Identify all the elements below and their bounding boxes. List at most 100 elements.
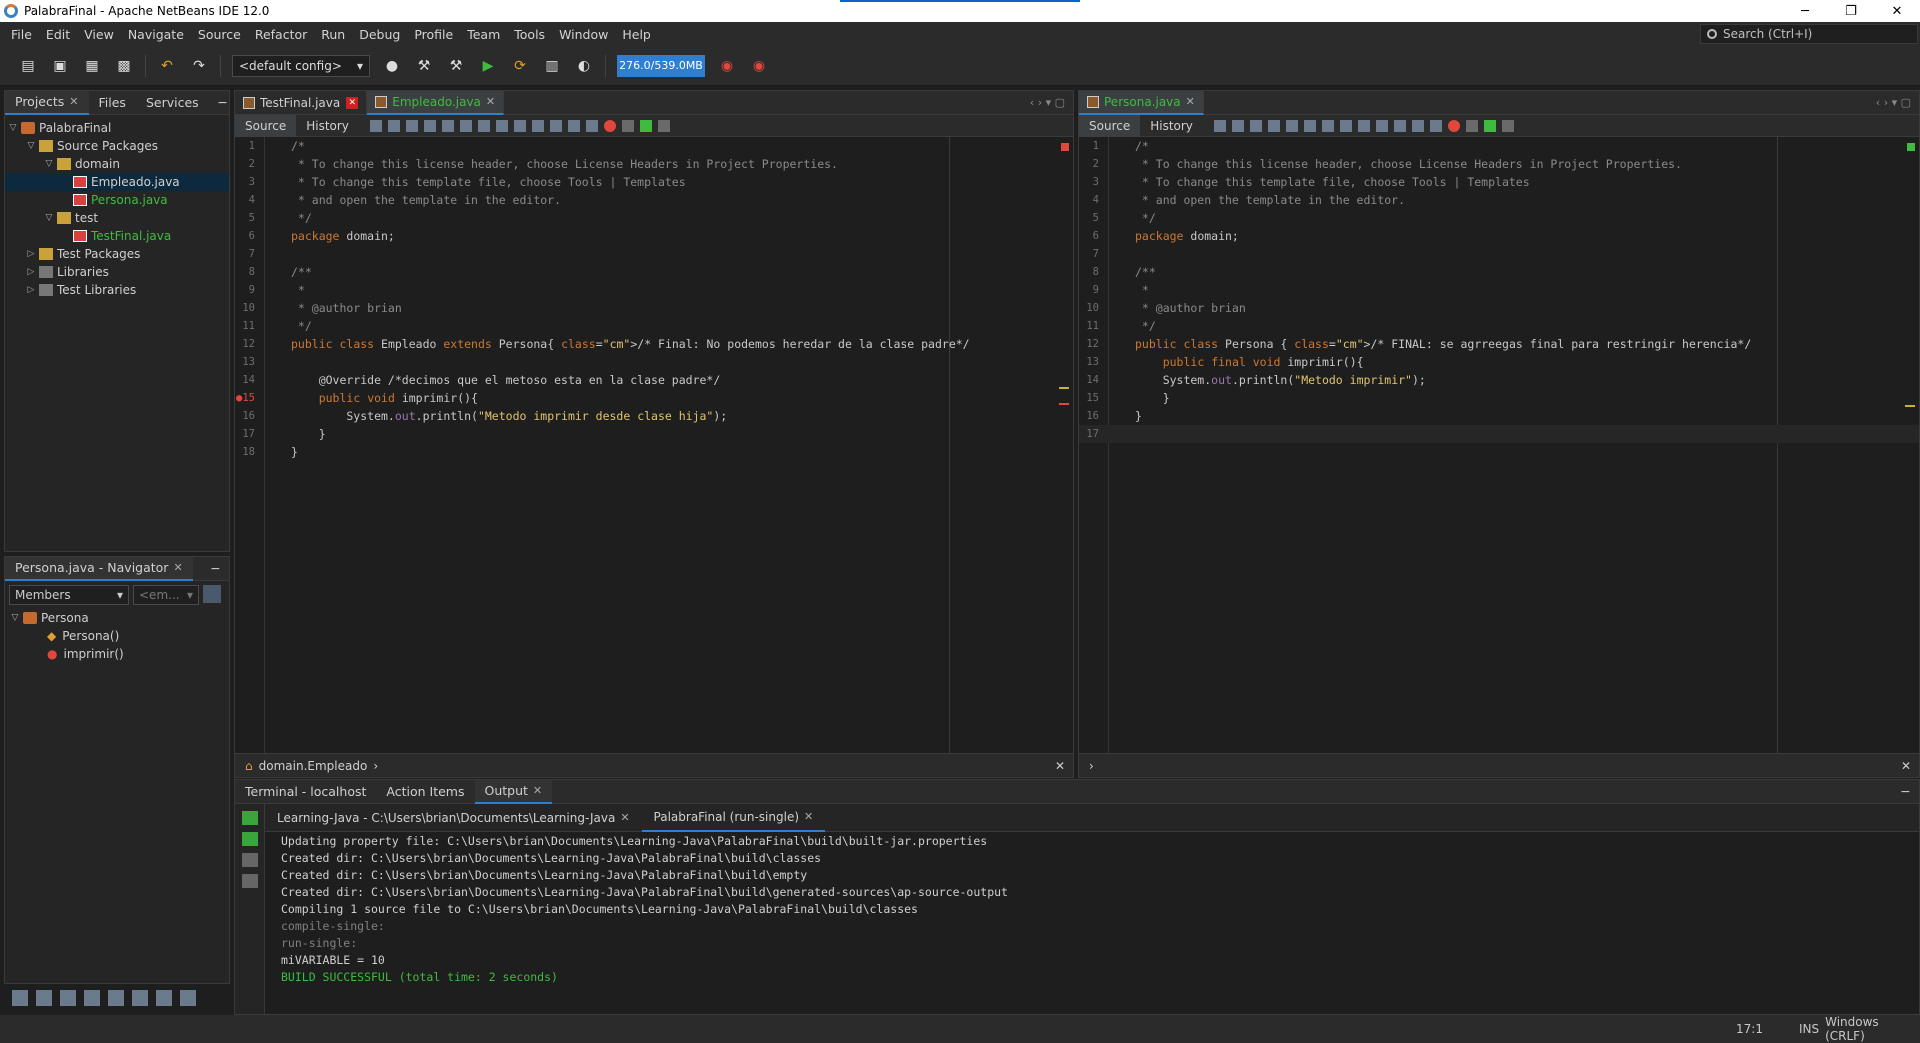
tree-item[interactable]: ▷ Test Packages [5,245,229,263]
next-bookmark-icon[interactable] [1375,119,1388,132]
source-tab[interactable]: Source [235,114,297,137]
memory-indicator[interactable]: 276.0/539.0MB [617,54,705,77]
shift-right-icon[interactable] [1429,119,1442,132]
gc-icon[interactable]: ◉ [716,55,738,77]
close-icon[interactable]: ✕ [533,784,542,797]
minimize-panel-icon[interactable]: ─ [1891,780,1919,804]
tab-testfinal[interactable]: TestFinal.java ✕ [235,90,368,115]
history-tab[interactable]: History [296,115,359,137]
find-prev-icon[interactable] [441,119,454,132]
close-icon[interactable]: ✕ [173,561,182,574]
menu-profile[interactable]: Profile [407,27,460,42]
minimize-panel-icon[interactable]: ─ [209,91,237,115]
settings-icon[interactable] [241,874,258,888]
tab-terminal[interactable]: Terminal - localhost [235,780,376,804]
close-icon[interactable]: ✕ [486,95,495,108]
tool-icon[interactable] [108,990,124,1006]
source-tab[interactable]: Source [1079,114,1141,137]
close-icon[interactable]: ✕ [346,96,359,109]
menu-run[interactable]: Run [314,27,352,42]
close-icon[interactable]: ✕ [1055,759,1065,773]
lock-icon[interactable] [84,990,100,1006]
tool-icon[interactable] [12,990,28,1006]
next-bookmark-icon[interactable] [531,119,544,132]
warning-marker[interactable] [1059,387,1069,389]
open-project-icon[interactable]: ▦ [81,55,103,77]
minimize-button[interactable]: ─ [1782,0,1828,22]
tree-item[interactable]: ● imprimir() [5,645,229,663]
menu-source[interactable]: Source [191,27,248,42]
subtab-palabrafinal[interactable]: PalabraFinal (run-single) ✕ [641,804,826,832]
tab-action-items[interactable]: Action Items [376,780,474,804]
debug-icon[interactable]: ⟳ [509,55,531,77]
warning-marker[interactable] [1905,405,1915,407]
tool-icon[interactable] [156,990,172,1006]
tab-navigator[interactable]: Persona.java - Navigator ✕ [5,556,193,581]
expand-icon[interactable]: ▽ [7,123,19,133]
back-icon[interactable] [1231,119,1244,132]
forward-icon[interactable] [405,119,418,132]
output-log[interactable]: Updating property file: C:\Users\brian\D… [281,834,1008,987]
profiler-gauge-icon[interactable]: ◐ [573,55,595,77]
find-next-icon[interactable] [459,119,472,132]
comment-icon[interactable] [639,119,652,132]
menu-tools[interactable]: Tools [507,27,552,42]
profile-icon[interactable]: ▥ [541,55,563,77]
tree-item[interactable]: ▽ Persona [5,609,229,627]
line-ending[interactable]: Windows (CRLF) [1825,1015,1920,1043]
tree-item[interactable]: ◆ Persona() [5,627,229,645]
shift-right-icon[interactable] [585,119,598,132]
tree-item[interactable]: ▷ Test Libraries [5,281,229,299]
error-marker[interactable] [1061,143,1069,151]
tree-item[interactable]: TestFinal.java [5,227,229,245]
undo-icon[interactable]: ↶ [156,55,178,77]
tree-item[interactable]: ▽ test [5,209,229,227]
toggle-highlight-icon[interactable] [477,119,490,132]
members-select[interactable]: Members ▾ [9,585,129,605]
menu-team[interactable]: Team [460,27,507,42]
find-icon[interactable] [1267,119,1280,132]
menu-help[interactable]: Help [615,27,658,42]
build-hammer-icon[interactable]: ⚒ [413,55,435,77]
rect-select-icon[interactable] [1339,119,1352,132]
toggle-bookmark-icon[interactable] [1393,119,1406,132]
find-icon[interactable] [423,119,436,132]
rerun-options-icon[interactable] [241,832,258,846]
start-macro-icon[interactable] [603,119,616,132]
expand-icon[interactable]: ▽ [25,141,37,151]
minimize-panel-icon[interactable]: ─ [201,557,229,581]
stop-macro-icon[interactable] [1465,119,1478,132]
forward-icon[interactable] [1249,119,1262,132]
tab-files[interactable]: Files [89,91,136,115]
tab-empleado[interactable]: Empleado.java ✕ [367,90,505,115]
breadcrumb-label[interactable]: domain.Empleado [259,759,368,773]
search-box[interactable]: Search (Ctrl+I) [1700,24,1918,44]
history-tab[interactable]: History [1140,115,1203,137]
back-icon[interactable] [387,119,400,132]
collapse-icon[interactable]: ▷ [25,249,37,259]
uncomment-icon[interactable] [657,119,670,132]
comment-icon[interactable] [1483,119,1496,132]
error-marker[interactable] [1059,403,1069,405]
restore-button[interactable]: ❐ [1828,0,1874,22]
toggle-bookmark-icon[interactable] [549,119,562,132]
new-file-icon[interactable]: ▤ [17,55,39,77]
save-all-icon[interactable]: ▩ [113,55,135,77]
close-icon[interactable]: ✕ [1186,95,1195,108]
filter-options-icon[interactable] [203,585,221,603]
expand-icon[interactable]: ▽ [43,213,55,223]
tab-output[interactable]: Output ✕ [474,779,553,804]
tree-item[interactable]: Empleado.java [5,173,229,191]
menu-debug[interactable]: Debug [352,27,407,42]
expand-icon[interactable]: ▽ [9,613,21,623]
tab-nav-icons[interactable]: ‹ › ▾ ▢ [1876,96,1911,109]
rerun-icon[interactable] [241,811,258,825]
find-prev-icon[interactable] [1285,119,1298,132]
stop-macro-icon[interactable] [621,119,634,132]
toggle-highlight-icon[interactable] [1321,119,1334,132]
tool-icon[interactable] [36,990,52,1006]
run-icon[interactable]: ▶ [477,55,499,77]
menu-file[interactable]: File [4,27,39,42]
menu-navigate[interactable]: Navigate [121,27,191,42]
menu-edit[interactable]: Edit [39,27,77,42]
